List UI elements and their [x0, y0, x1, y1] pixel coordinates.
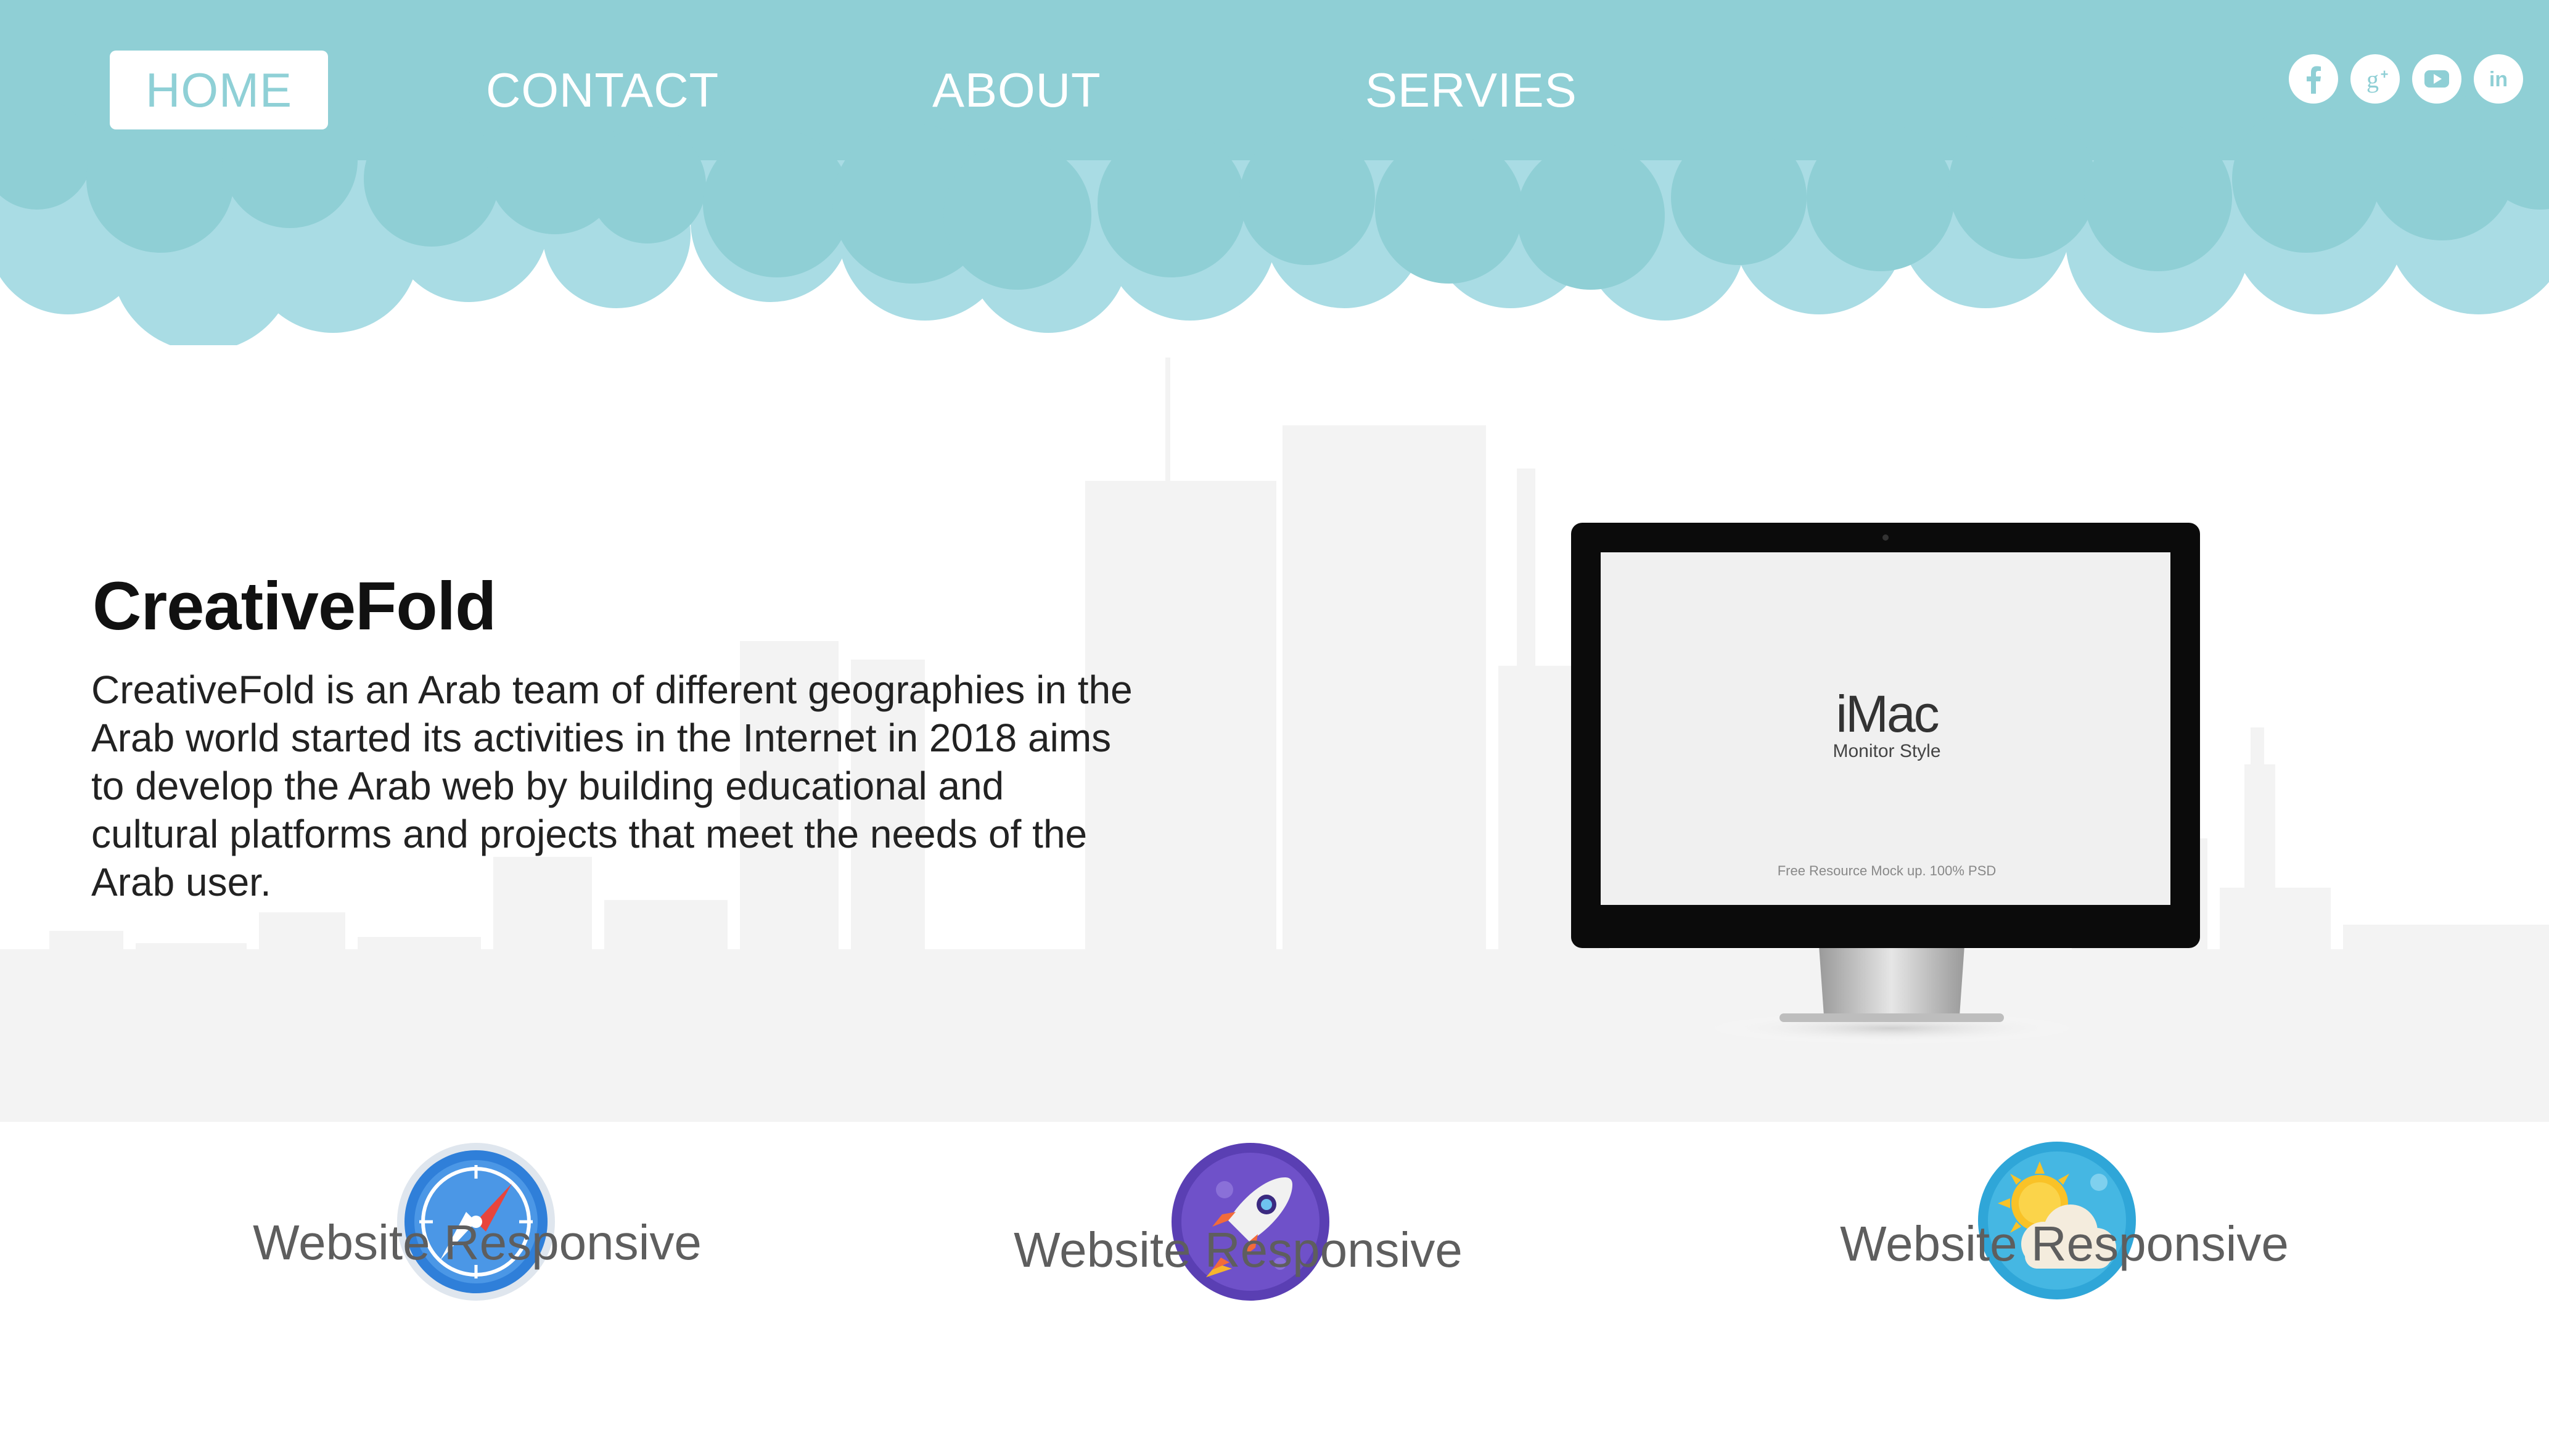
svg-text:+: +	[2381, 67, 2389, 82]
nav-item-home[interactable]: HOME	[110, 51, 328, 129]
imac-subtitle-text: Monitor Style	[1833, 741, 1941, 761]
nav-item-about[interactable]: ABOUT	[932, 51, 1101, 129]
main-nav: HOME CONTACT ABOUT SERVIES	[0, 0, 2549, 173]
hero-description: CreativeFold is an Arab team of differen…	[91, 668, 1133, 904]
facebook-icon[interactable]	[2289, 54, 2338, 104]
hero-section: CreativeFold CreativeFold is an Arab tea…	[0, 321, 2549, 1122]
svg-text:in: in	[2489, 68, 2508, 91]
nav-item-servies[interactable]: SERVIES	[1365, 51, 1577, 129]
imac-monitor-image	[1571, 523, 2200, 1044]
features-section: Website Responsive Website Responsive We…	[0, 1122, 2549, 1456]
svg-text:g: g	[2366, 65, 2379, 93]
feature-label-1: Website Responsive	[253, 1215, 702, 1270]
feature-label-3: Website Responsive	[1840, 1216, 2289, 1271]
linkedin-icon[interactable]: in	[2474, 54, 2523, 104]
imac-footer-text: Free Resource Mock up. 100% PSD	[1777, 863, 1997, 878]
youtube-icon[interactable]	[2412, 54, 2461, 104]
nav-item-contact[interactable]: CONTACT	[486, 51, 719, 129]
google-plus-icon[interactable]: g +	[2350, 54, 2400, 104]
hero-title: CreativeFold	[92, 568, 496, 644]
feature-label-2: Website Responsive	[1014, 1222, 1463, 1277]
imac-brand-text: iMac	[1836, 685, 1939, 743]
header: HOME CONTACT ABOUT SERVIES g + in	[0, 0, 2549, 345]
